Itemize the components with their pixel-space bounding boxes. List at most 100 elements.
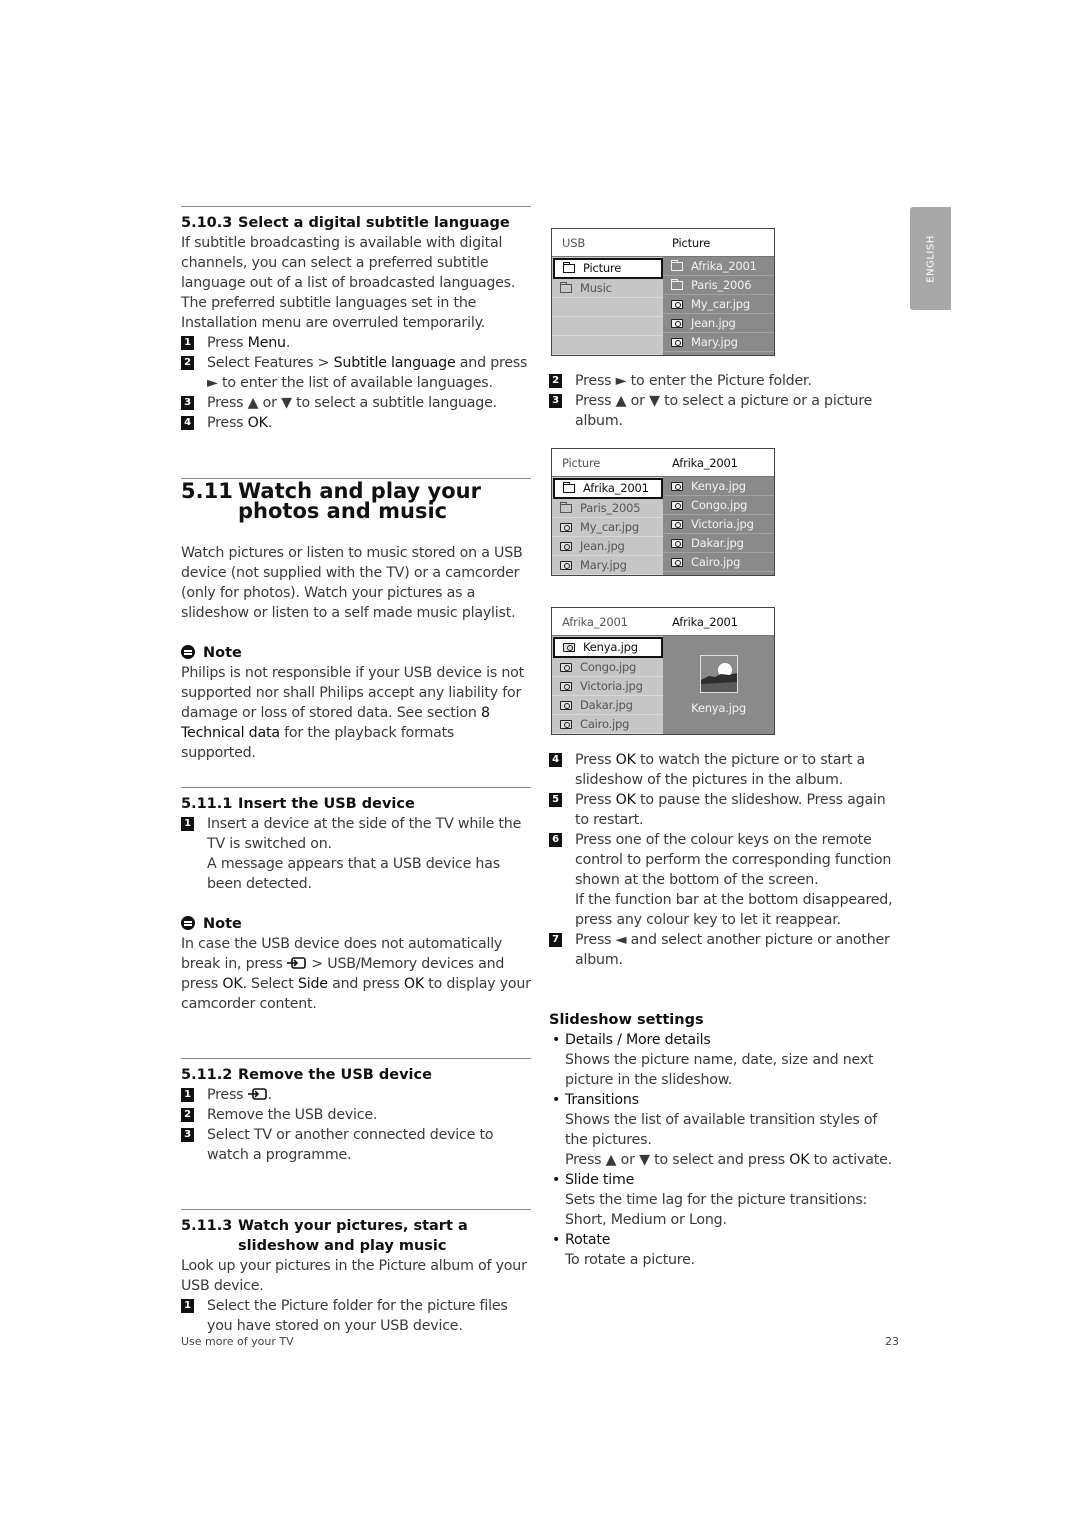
step-badge: 1 bbox=[181, 1299, 194, 1313]
step: 4 Press OK to watch the picture or to sta… bbox=[549, 750, 899, 790]
file-list-item[interactable]: Picture bbox=[553, 258, 663, 279]
note-label: Note bbox=[203, 645, 242, 661]
file-list-item[interactable]: Victoria.jpg bbox=[552, 677, 663, 696]
screen-header: Picture Afrika_2001 bbox=[552, 449, 774, 477]
section-number: 5.10.3 bbox=[181, 215, 233, 231]
camera-icon bbox=[671, 500, 683, 510]
file-list-item[interactable]: Dakar.jpg bbox=[663, 534, 774, 553]
file-list-item[interactable]: My_car.jpg bbox=[552, 518, 663, 537]
file-list-item[interactable]: Dakar.jpg bbox=[552, 696, 663, 715]
key-label: OK bbox=[222, 976, 243, 992]
step: 1 Press . bbox=[181, 1085, 531, 1105]
note-label: Note bbox=[203, 916, 242, 932]
file-list-item[interactable]: Cairo.jpg bbox=[552, 715, 663, 734]
step: 3 Select TV or another connected device t… bbox=[181, 1125, 531, 1165]
step-text: Select TV or another connected device to… bbox=[207, 1127, 494, 1163]
file-list-item[interactable]: Jean.jpg bbox=[663, 314, 774, 333]
setting-desc: Shows the picture name, date, size and n… bbox=[565, 1052, 874, 1088]
section-5-10-3-heading: 5.10.3 Select a digital subtitle language bbox=[181, 213, 531, 233]
step: 2 Select Features > Subtitle language and… bbox=[181, 353, 531, 393]
screen-header-right: Afrika_2001 bbox=[672, 614, 738, 629]
file-list-item[interactable]: Kenya.jpg bbox=[553, 637, 663, 658]
file-list-item[interactable]: Cairo.jpg bbox=[663, 553, 774, 572]
screen-body: Afrika_2001 Paris_2005 My_car.jpg Jean.jpg M… bbox=[552, 477, 774, 575]
key-label: OK bbox=[789, 1152, 810, 1168]
file-list-item[interactable] bbox=[552, 336, 663, 355]
section-title: Watch your pictures, start a slideshow a… bbox=[238, 1218, 468, 1254]
key-label: OK bbox=[403, 976, 424, 992]
source-key-icon bbox=[286, 957, 306, 969]
section-title: Select a digital subtitle language bbox=[238, 215, 510, 231]
menu-label: Side bbox=[297, 976, 328, 992]
step-text: . bbox=[285, 335, 291, 351]
section-title: Remove the USB device bbox=[238, 1067, 432, 1083]
setting-term: Slide time bbox=[565, 1172, 635, 1188]
file-list-item[interactable]: Congo.jpg bbox=[552, 658, 663, 677]
file-list-item[interactable]: Afrika_2001 bbox=[663, 257, 774, 276]
screen-header-left: Afrika_2001 bbox=[562, 614, 628, 629]
source-key-icon bbox=[247, 1088, 267, 1100]
file-name: Paris_2006 bbox=[691, 277, 752, 292]
folder-icon bbox=[671, 259, 683, 271]
step: 6 Press one of the colour keys on the rem… bbox=[549, 830, 899, 930]
file-list-item[interactable]: Afrika_2001 bbox=[553, 478, 663, 499]
step: 2 Remove the USB device. bbox=[181, 1105, 531, 1125]
step-badge: 1 bbox=[181, 817, 194, 831]
folder-icon bbox=[563, 482, 575, 493]
file-list-item[interactable]: Kenya.jpg bbox=[663, 477, 774, 496]
screen-header: Afrika_2001 Afrika_2001 bbox=[552, 608, 774, 636]
file-name: Mary.jpg bbox=[691, 334, 738, 349]
setting-desc: To rotate a picture. bbox=[565, 1252, 695, 1268]
divider bbox=[181, 787, 531, 788]
camera-icon bbox=[560, 662, 572, 672]
step-text: A message appears that a USB device has … bbox=[207, 856, 500, 892]
right-steps-b: 4 Press OK to watch the picture or to sta… bbox=[549, 750, 899, 1270]
step: 1 Insert a device at the side of the TV w… bbox=[181, 814, 531, 894]
screen-header-right: Afrika_2001 bbox=[672, 455, 738, 470]
step: 3 Press ▲ or ▼ to select a picture or a p… bbox=[549, 391, 899, 431]
file-list-item[interactable] bbox=[552, 317, 663, 336]
file-name: Afrika_2001 bbox=[691, 258, 757, 273]
file-list-item[interactable]: Paris_2005 bbox=[552, 499, 663, 518]
file-list-item[interactable]: Mary.jpg bbox=[663, 333, 774, 352]
step: 4 Press OK. bbox=[181, 413, 531, 433]
usb-browser-screen-1: USB Picture Picture Music Afrika_2001 Paris… bbox=[551, 228, 775, 356]
file-list-item[interactable]: Victoria.jpg bbox=[663, 515, 774, 534]
camera-icon bbox=[560, 560, 572, 570]
file-list-item[interactable]: Jean.jpg bbox=[552, 537, 663, 556]
note-text-part: and press bbox=[327, 976, 404, 992]
setting-item: Transitions Shows the list of available t… bbox=[549, 1090, 899, 1170]
section-5-11-2-heading: 5.11.2 Remove the USB device bbox=[181, 1065, 531, 1085]
divider bbox=[181, 1209, 531, 1210]
file-name: Cairo.jpg bbox=[691, 554, 741, 569]
setting-desc: to activate. bbox=[809, 1152, 892, 1168]
step-text: ► to enter the list of available languag… bbox=[207, 375, 493, 391]
step-badge: 2 bbox=[181, 356, 194, 370]
file-list-item[interactable]: Music bbox=[552, 279, 663, 298]
camera-icon bbox=[671, 538, 683, 548]
file-list-item[interactable]: Mary.jpg bbox=[552, 556, 663, 575]
step-text: If the function bar at the bottom disapp… bbox=[575, 892, 893, 928]
step-text: . bbox=[267, 415, 273, 431]
file-list-item[interactable]: Paris_2006 bbox=[663, 276, 774, 295]
step-text: Press ▲ or ▼ to select a subtitle langua… bbox=[207, 395, 497, 411]
step-text: Press bbox=[207, 1087, 248, 1103]
step: 7 Press ◄ and select another picture or a… bbox=[549, 930, 899, 970]
step-text: and press bbox=[455, 355, 528, 371]
file-name: Picture bbox=[583, 261, 622, 275]
section-number: 5.11.3 bbox=[181, 1218, 233, 1234]
setting-item: Details / More details Shows the picture … bbox=[549, 1030, 899, 1090]
file-list-item[interactable]: Congo.jpg bbox=[663, 496, 774, 515]
step-badge: 5 bbox=[549, 793, 562, 807]
language-tab-label: ENGLISH bbox=[925, 234, 936, 283]
step-text: Press one of the colour keys on the remo… bbox=[575, 832, 892, 888]
camera-icon bbox=[560, 681, 572, 691]
step-text: Press ▲ or ▼ to select a picture or a pi… bbox=[575, 393, 873, 429]
step-badge: 4 bbox=[549, 753, 562, 767]
file-list-item[interactable]: My_car.jpg bbox=[663, 295, 774, 314]
camera-icon bbox=[671, 481, 683, 491]
note-text-part: . Select bbox=[242, 976, 298, 992]
setting-item: Rotate To rotate a picture. bbox=[549, 1230, 899, 1270]
file-list-item[interactable] bbox=[552, 298, 663, 317]
key-label: OK bbox=[615, 792, 636, 808]
